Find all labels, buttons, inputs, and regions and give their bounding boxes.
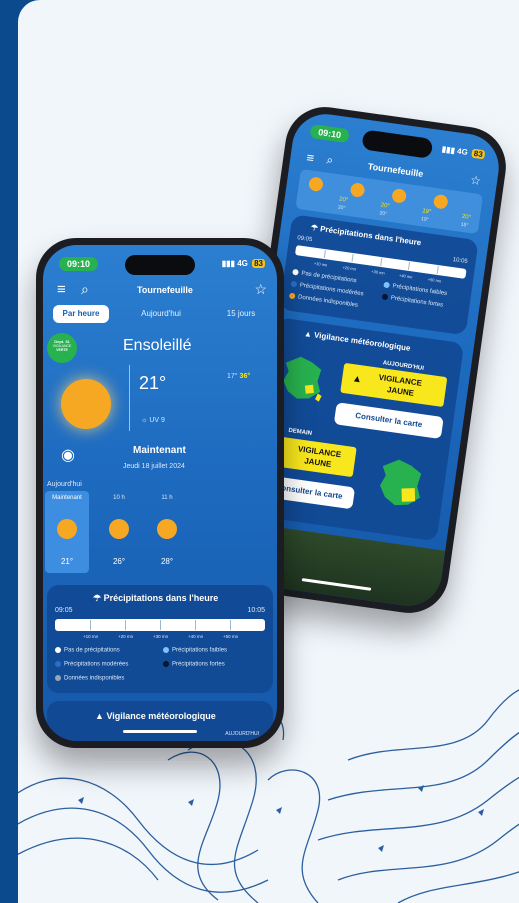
city-title: Tournefeuille <box>137 285 193 295</box>
vigilance-title: ▲ Vigilance météorologique <box>303 329 412 353</box>
legend-no-data: Données indisponibles <box>55 675 124 682</box>
precip-tick: +40 mn <box>188 634 204 639</box>
temp-range: 17° 36° <box>227 373 251 380</box>
precip-tick: +30 mn <box>371 268 386 276</box>
status-time: 09:10 <box>309 123 350 144</box>
vigilance-today-badge: ▲ VIGILANCE JAUNE <box>340 362 448 408</box>
dynamic-island <box>125 255 195 275</box>
legend-light-rain: Précipitations faibles <box>163 647 227 654</box>
forecast-sun-3 <box>391 186 410 206</box>
warning-icon: ▲ <box>303 329 313 340</box>
precip-title: ☂ Précipitations dans l'heure <box>93 593 219 603</box>
warning-icon: ▲ <box>351 373 363 386</box>
forecast-sub: 19° <box>420 216 430 224</box>
front-phone: 09:10 ▮▮▮ 4G 83 ≡ ⌕ Tournefeuille ☆ Par … <box>36 238 284 748</box>
status-signal: ▮▮▮ 4G 83 <box>222 259 265 268</box>
forecast-sun-4 <box>432 192 452 212</box>
search-icon[interactable]: ⌕ <box>81 281 89 298</box>
vigilance-today-peek: AUJOURD'HUI <box>225 731 259 737</box>
forecast-sun-1 <box>308 174 327 194</box>
precip-tick: +50 mn <box>427 276 442 284</box>
precip-tick: +30 mn <box>153 634 169 639</box>
condition-text: Ensoleillé <box>123 337 192 354</box>
precip-end: 10:05 <box>452 256 469 266</box>
tab-today[interactable]: Aujourd'hui <box>129 305 193 323</box>
status-signal: ▮▮▮ 4G 83 <box>441 144 486 160</box>
signal-icon: ▮▮▮ <box>441 144 456 156</box>
menu-icon[interactable]: ≡ <box>306 150 316 166</box>
view-map-button-today[interactable]: Consulter la carte <box>333 402 444 440</box>
today-label: Aujourd'hui <box>47 481 82 488</box>
rain-icon: ☂ <box>310 222 319 233</box>
battery-icon: 83 <box>471 148 486 160</box>
france-map-today <box>283 356 322 402</box>
precip-start: 09:05 <box>55 607 73 614</box>
vigilance-title: ▲ Vigilance météorologique <box>95 711 216 721</box>
promo-card: 09:10 ▮▮▮ 4G 83 ≡ ⌕ Tournefeuille ☆ 20° … <box>18 0 519 903</box>
precip-tick: +40 mn <box>398 272 413 280</box>
hourly-card-now[interactable]: Maintenant 21° <box>45 491 89 573</box>
forecast-temp: 20° <box>338 196 349 204</box>
precip-tick: +50 mn <box>223 634 239 639</box>
sun-icon <box>57 519 77 539</box>
precip-end: 10:05 <box>247 607 265 614</box>
department-vigilance-badge[interactable]: Dept. 31 VIGILANCE VERTE <box>47 333 77 363</box>
precip-bar <box>55 619 265 631</box>
signal-icon: ▮▮▮ <box>221 259 235 268</box>
search-icon[interactable]: ⌕ <box>325 152 335 168</box>
rain-icon: ☂ <box>93 593 102 603</box>
favorites-icon[interactable]: ☆ <box>469 173 482 188</box>
forecast-temp: 20° <box>461 213 472 222</box>
legend-moderate-rain: Précipitations modérées <box>55 661 128 668</box>
precip-tick: +20 mn <box>118 634 134 639</box>
warning-icon: ▲ <box>95 711 104 721</box>
precip-panel: ☂ Précipitations dans l'heure 09:05 10:0… <box>47 585 273 693</box>
precip-title: ☂ Précipitations dans l'heure <box>310 222 422 248</box>
forecast-temp: 19° <box>421 208 432 216</box>
precip-tick: +10 mn <box>313 260 328 268</box>
sun-icon <box>61 379 111 429</box>
eye-icon[interactable]: ◉ <box>61 445 75 465</box>
forecast-sub: 20° <box>337 204 346 212</box>
dynamic-island <box>361 129 434 159</box>
precip-tick: +10 mn <box>83 634 99 639</box>
uv-icon: ☼ <box>141 417 148 424</box>
sun-icon <box>109 519 129 539</box>
forecast-sub: 20° <box>379 210 388 218</box>
precip-panel: ☂ Précipitations dans l'heure 09:05 10:0… <box>279 214 479 336</box>
hourly-card-10h[interactable]: 10 h 26° <box>99 491 139 573</box>
hourly-card-11h[interactable]: 11 h 28° <box>147 491 187 573</box>
france-map-tomorrow <box>380 459 422 506</box>
forecast-temp: 20° <box>380 202 391 210</box>
sun-icon <box>157 519 177 539</box>
tab-15-days[interactable]: 15 jours <box>213 305 269 323</box>
battery-icon: 83 <box>252 259 265 268</box>
network-label: 4G <box>237 259 248 268</box>
network-label: 4G <box>456 146 469 157</box>
precip-start: 09:05 <box>296 235 313 244</box>
current-temperature: 21° <box>139 373 167 393</box>
tab-hourly[interactable]: Par heure <box>53 305 109 323</box>
divider <box>129 365 130 431</box>
vigilance-panel: ▲ Vigilance météorologique AUJOURD'HUI <box>47 701 273 741</box>
menu-icon[interactable]: ≡ <box>57 281 66 298</box>
tomorrow-label: DEMAIN <box>287 427 313 438</box>
legend-heavy-rain: Précipitations fortes <box>163 661 225 668</box>
front-phone-screen: 09:10 ▮▮▮ 4G 83 ≡ ⌕ Tournefeuille ☆ Par … <box>43 245 277 741</box>
current-date: Jeudi 18 juillet 2024 <box>123 463 185 470</box>
period-tabs: Par heure Aujourd'hui 15 jours <box>53 305 277 323</box>
precip-tick: +20 mn <box>342 264 357 272</box>
forecast-sun-2 <box>349 180 368 200</box>
favorites-icon[interactable]: ☆ <box>254 281 267 298</box>
now-label: Maintenant <box>133 445 186 456</box>
legend-heavy-rain: Précipitations fortes <box>381 293 443 309</box>
legend-no-rain: Pas de précipitations <box>55 647 120 654</box>
forecast-sub: 15° <box>460 221 469 229</box>
home-indicator[interactable] <box>123 730 197 733</box>
status-time: 09:10 <box>59 257 99 271</box>
city-title: Tournefeuille <box>367 161 424 179</box>
uv-index: ☼ UV 9 <box>141 417 165 424</box>
